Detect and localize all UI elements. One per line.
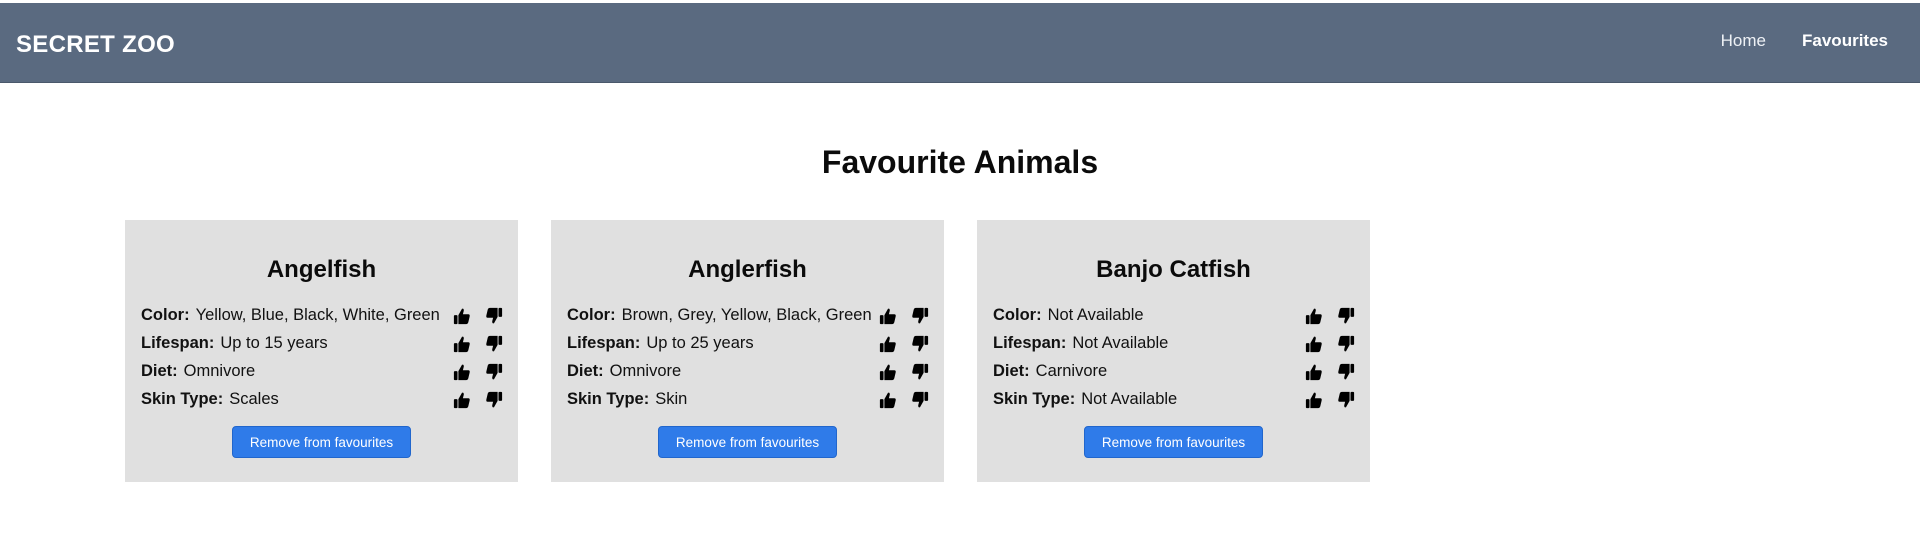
attribute-label: Skin Type: xyxy=(567,390,650,408)
thumbs-down-icon[interactable] xyxy=(485,335,503,353)
thumbs-up-icon[interactable] xyxy=(1305,335,1323,353)
thumbs-down-icon[interactable] xyxy=(485,391,503,409)
attribute-label: Color: xyxy=(567,306,616,324)
favourites-card-list: Angelfish Color: Yellow, Blue, Black, Whi… xyxy=(125,220,1370,482)
attribute-row-color: Color: Not Available xyxy=(993,304,1358,326)
remove-from-favourites-button[interactable]: Remove from favourites xyxy=(232,426,411,458)
thumbs-down-icon[interactable] xyxy=(911,363,929,381)
thumbs-up-icon[interactable] xyxy=(1305,363,1323,381)
nav-link-home[interactable]: Home xyxy=(1721,31,1766,51)
attribute-row-color: Color: Yellow, Blue, Black, White, Green xyxy=(141,304,506,326)
thumbs-up-icon[interactable] xyxy=(879,307,897,325)
thumbs-down-icon[interactable] xyxy=(1337,391,1355,409)
thumbs-down-icon[interactable] xyxy=(1337,335,1355,353)
attribute-label: Diet: xyxy=(567,362,604,380)
thumbs-down-icon[interactable] xyxy=(485,363,503,381)
attribute-label: Skin Type: xyxy=(993,390,1076,408)
remove-from-favourites-button[interactable]: Remove from favourites xyxy=(1084,426,1263,458)
attribute-row-diet: Diet: Omnivore xyxy=(141,360,506,382)
attribute-row-skin-type: Skin Type: Skin xyxy=(567,388,932,410)
attribute-row-lifespan: Lifespan: Not Available xyxy=(993,332,1358,354)
attribute-value: Omnivore xyxy=(609,362,682,380)
attribute-label: Color: xyxy=(993,306,1042,324)
thumbs-up-icon[interactable] xyxy=(879,335,897,353)
thumbs-down-icon[interactable] xyxy=(911,391,929,409)
attribute-value: Brown, Grey, Yellow, Black, Green xyxy=(621,306,872,324)
attribute-label: Diet: xyxy=(993,362,1030,380)
attribute-row-diet: Diet: Omnivore xyxy=(567,360,932,382)
thumbs-up-icon[interactable] xyxy=(453,335,471,353)
thumbs-up-icon[interactable] xyxy=(1305,307,1323,325)
attribute-row-lifespan: Lifespan: Up to 15 years xyxy=(141,332,506,354)
attribute-value: Scales xyxy=(229,390,279,408)
brand-logo[interactable]: SECRET ZOO xyxy=(16,31,175,59)
animal-card-banjo-catfish: Banjo Catfish Color: Not Available Lifesp… xyxy=(977,220,1370,482)
attribute-value: Yellow, Blue, Black, White, Green xyxy=(195,306,440,324)
attribute-value: Carnivore xyxy=(1035,362,1108,380)
attribute-row-skin-type: Skin Type: Not Available xyxy=(993,388,1358,410)
thumbs-down-icon[interactable] xyxy=(911,335,929,353)
nav-link-favourites[interactable]: Favourites xyxy=(1802,31,1888,51)
attribute-row-skin-type: Skin Type: Scales xyxy=(141,388,506,410)
animal-card-angelfish: Angelfish Color: Yellow, Blue, Black, Whi… xyxy=(125,220,518,482)
animal-name: Banjo Catfish xyxy=(1096,256,1251,283)
attribute-label: Lifespan: xyxy=(567,334,641,352)
attribute-row-diet: Diet: Carnivore xyxy=(993,360,1358,382)
thumbs-down-icon[interactable] xyxy=(485,307,503,325)
attribute-label: Lifespan: xyxy=(993,334,1067,352)
thumbs-up-icon[interactable] xyxy=(879,391,897,409)
animal-name: Angelfish xyxy=(266,256,377,283)
attribute-row-lifespan: Lifespan: Up to 25 years xyxy=(567,332,932,354)
thumbs-down-icon[interactable] xyxy=(1337,307,1355,325)
attribute-row-color: Color: Brown, Grey, Yellow, Black, Green xyxy=(567,304,932,326)
nav-links: Home Favourites xyxy=(1721,31,1888,51)
thumbs-up-icon[interactable] xyxy=(453,363,471,381)
thumbs-down-icon[interactable] xyxy=(911,307,929,325)
attribute-value: Up to 25 years xyxy=(646,334,754,352)
thumbs-down-icon[interactable] xyxy=(1337,363,1355,381)
attribute-value: Up to 15 years xyxy=(220,334,328,352)
thumbs-up-icon[interactable] xyxy=(453,391,471,409)
attribute-value: Not Available xyxy=(1072,334,1169,352)
attribute-label: Skin Type: xyxy=(141,390,224,408)
attribute-value: Not Available xyxy=(1081,390,1178,408)
navbar: SECRET ZOO Home Favourites xyxy=(0,3,1920,83)
thumbs-up-icon[interactable] xyxy=(1305,391,1323,409)
animal-name: Anglerfish xyxy=(688,256,807,283)
attribute-label: Lifespan: xyxy=(141,334,215,352)
thumbs-up-icon[interactable] xyxy=(879,363,897,381)
attribute-value: Omnivore xyxy=(183,362,256,380)
page-title: Favourite Animals xyxy=(821,144,1099,180)
animal-card-anglerfish: Anglerfish Color: Brown, Grey, Yellow, Bl… xyxy=(551,220,944,482)
remove-from-favourites-button[interactable]: Remove from favourites xyxy=(658,426,837,458)
attribute-label: Color: xyxy=(141,306,190,324)
attribute-value: Not Available xyxy=(1047,306,1144,324)
attribute-label: Diet: xyxy=(141,362,178,380)
thumbs-up-icon[interactable] xyxy=(453,307,471,325)
attribute-value: Skin xyxy=(655,390,688,408)
